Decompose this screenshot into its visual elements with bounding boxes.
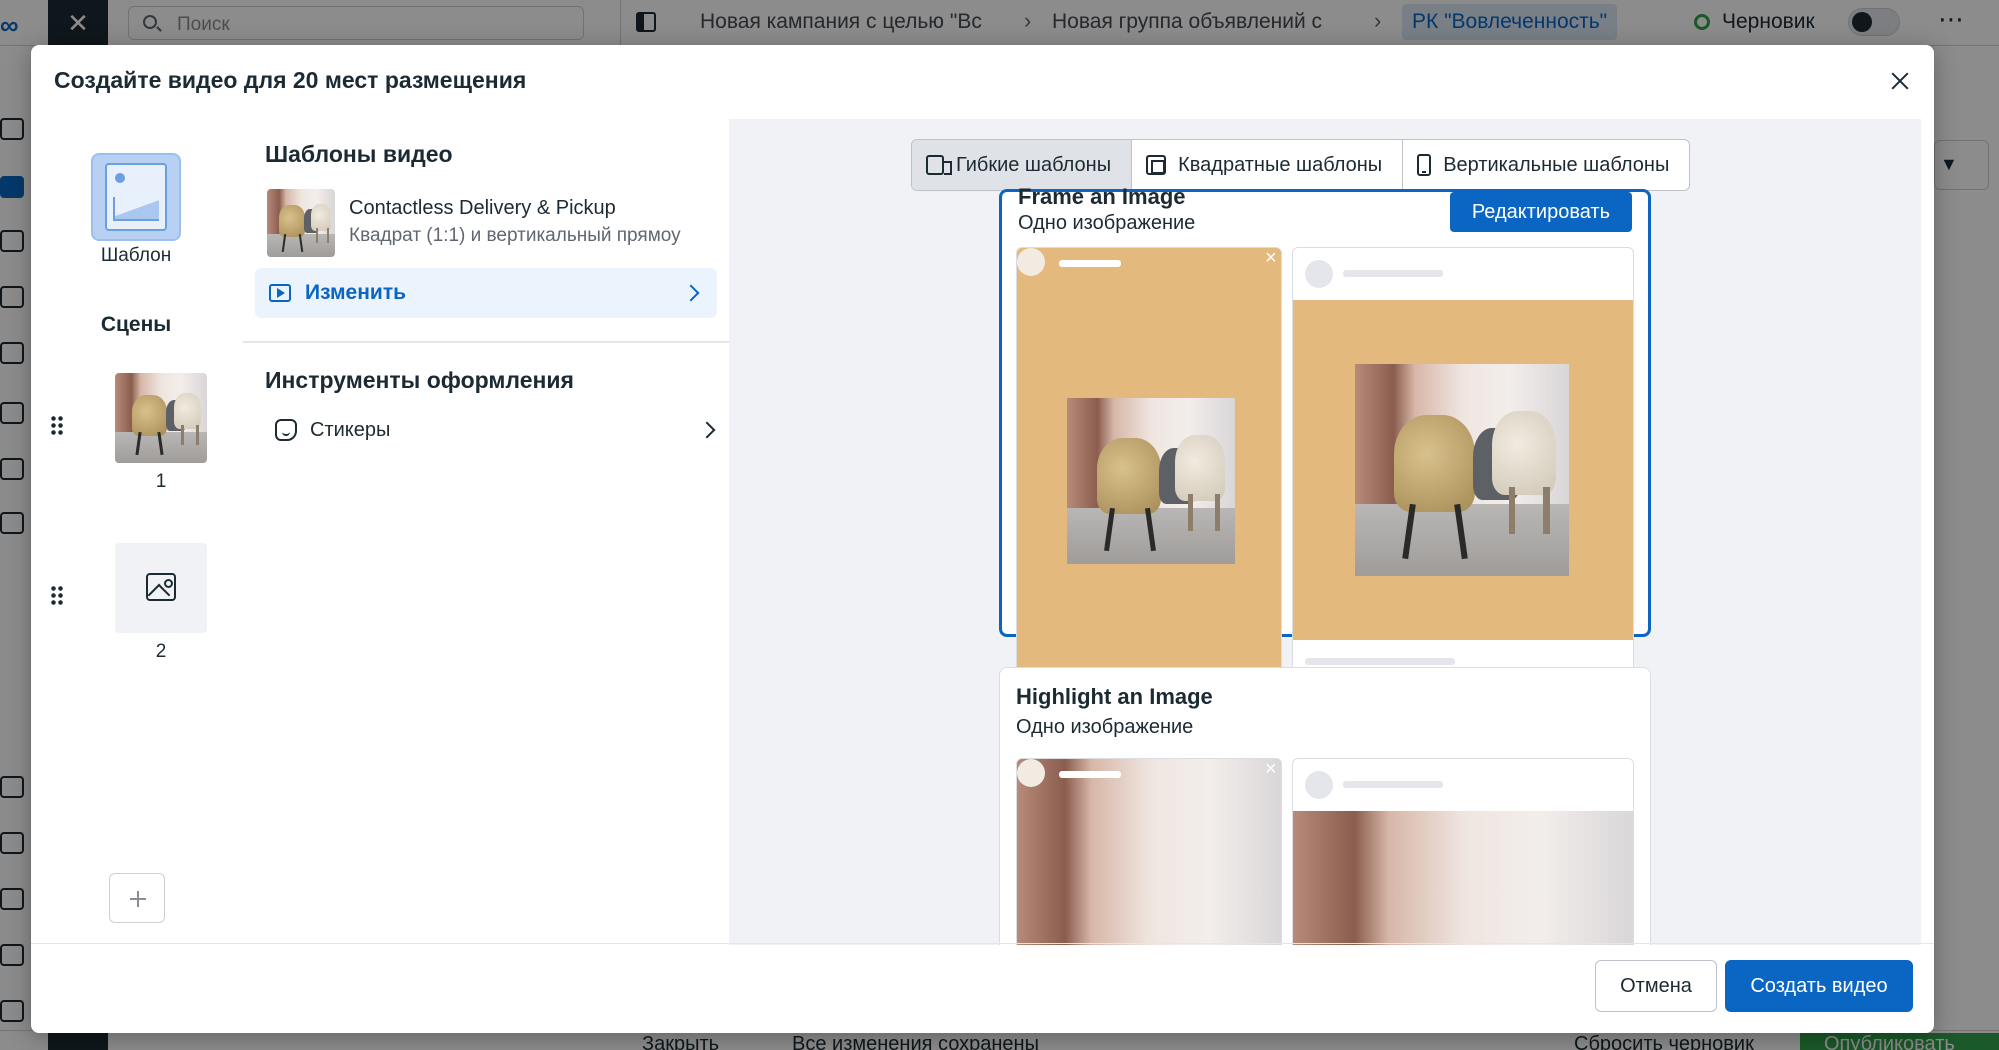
placeholder-line [1305, 658, 1455, 665]
feed-template-image [1293, 300, 1633, 640]
card-title: Frame an Image [1018, 184, 1186, 209]
scene-number: 1 [155, 471, 167, 492]
close-icon: × [1265, 247, 1277, 269]
story-preview: × [1016, 758, 1282, 945]
chevron-right-icon [682, 284, 700, 302]
template-name: Contactless Delivery & Pickup [349, 197, 616, 219]
template-tab-label: Шаблон [100, 245, 172, 266]
tab-vertical-templates[interactable]: Вертикальные шаблоны [1402, 140, 1689, 190]
card-subtitle: Одно изображение [1018, 212, 1196, 234]
chair-photo [1293, 811, 1633, 945]
tab-label: Гибкие шаблоны [956, 153, 1112, 176]
template-preview-area: Гибкие шаблоны Квадратные шаблоны Вертик… [729, 119, 1921, 945]
placeholder-line [1343, 270, 1443, 277]
square-template-icon [1146, 155, 1167, 175]
chair-photo [267, 189, 335, 257]
change-template-button[interactable]: Изменить [255, 268, 717, 318]
footer-divider [31, 943, 1934, 944]
story-preview: × [1016, 247, 1282, 713]
placeholder-line [1059, 260, 1121, 267]
section-divider [243, 341, 730, 343]
drag-handle-icon[interactable] [50, 415, 64, 435]
avatar [1305, 260, 1333, 288]
tab-square-templates[interactable]: Квадратные шаблоны [1131, 140, 1402, 190]
close-icon: × [1265, 758, 1277, 780]
stickers-label: Стикеры [310, 419, 391, 441]
video-templates-title: Шаблоны видео [265, 141, 453, 167]
design-tools-title: Инструменты оформления [265, 367, 574, 393]
card-subtitle: Одно изображение [1016, 716, 1194, 738]
flexible-template-icon [926, 155, 952, 175]
avatar [1305, 771, 1333, 799]
tab-label: Вертикальные шаблоны [1443, 153, 1670, 176]
vertical-template-icon [1417, 154, 1432, 176]
scene-number: 2 [155, 641, 167, 662]
template-icon [105, 163, 167, 231]
feed-preview [1292, 758, 1634, 945]
video-play-icon [269, 284, 291, 302]
create-video-modal: Создайте видео для 20 мест размещения Ша… [31, 45, 1934, 1033]
scene-1-thumbnail[interactable] [115, 373, 207, 463]
template-thumbnail [267, 189, 335, 257]
chair-photo [115, 373, 207, 463]
image-placeholder-icon [146, 573, 176, 601]
create-video-button[interactable]: Создать видео [1725, 960, 1913, 1012]
edit-template-button[interactable]: Редактировать [1449, 192, 1632, 232]
change-template-label: Изменить [305, 281, 407, 304]
chair-photo [1067, 398, 1235, 564]
scenes-title: Сцены [100, 313, 172, 336]
add-scene-button[interactable] [109, 873, 165, 923]
avatar [1017, 248, 1045, 276]
scene-2-thumbnail[interactable] [115, 543, 207, 633]
chevron-right-icon [698, 421, 716, 439]
template-card-highlight-an-image[interactable]: Highlight an Image Одно изображение × [999, 667, 1651, 945]
chair-photo [1355, 364, 1569, 576]
cancel-button[interactable]: Отмена [1595, 960, 1717, 1012]
card-title: Highlight an Image [1016, 684, 1213, 709]
drag-handle-icon[interactable] [50, 585, 64, 605]
close-icon[interactable] [1884, 65, 1916, 97]
tab-label: Квадратные шаблоны [1178, 153, 1383, 176]
placeholder-line [1059, 771, 1121, 778]
chair-photo [1017, 759, 1281, 945]
template-card-frame-an-image[interactable]: Frame an Image Одно изображение Редактир… [999, 184, 1651, 713]
feed-preview [1292, 247, 1634, 713]
avatar [1017, 759, 1045, 787]
tab-flexible-templates[interactable]: Гибкие шаблоны [912, 140, 1132, 190]
modal-title: Создайте видео для 20 мест размещения [54, 67, 527, 93]
template-description: Квадрат (1:1) и вертикальный прямоу [349, 225, 681, 246]
sticker-icon [275, 419, 297, 441]
placeholder-line [1343, 781, 1443, 788]
template-tab-button[interactable] [91, 153, 181, 241]
